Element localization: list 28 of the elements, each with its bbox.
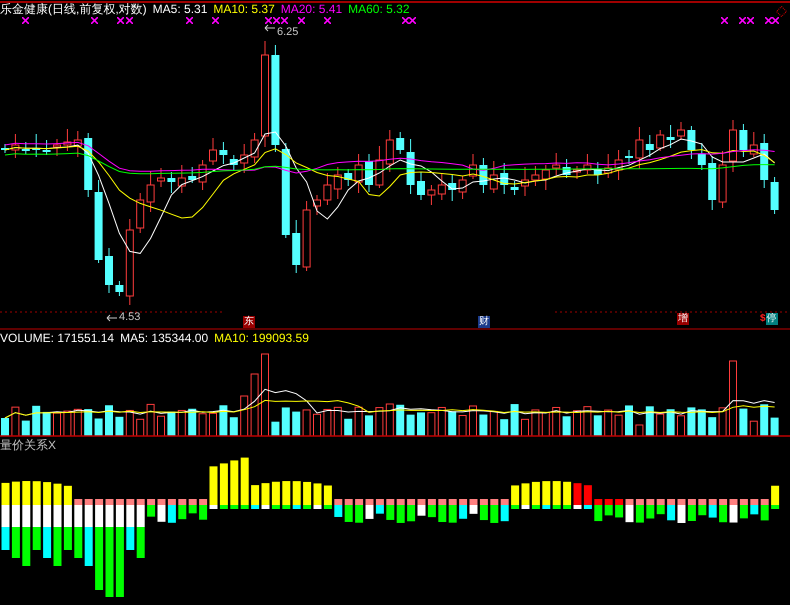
moving-average-label: MA20: 5.41 — [280, 2, 342, 16]
leader-line — [106, 313, 118, 323]
event-marker: 停 — [766, 313, 778, 325]
cross-mark-icon — [298, 17, 305, 24]
diamond-icon — [776, 6, 787, 17]
cross-mark-icon — [324, 17, 331, 24]
indicator-title: 量价关系X — [0, 438, 56, 452]
dollar-sign-text: $ — [760, 313, 766, 325]
event-marker: 财 — [478, 316, 490, 328]
moving-average-label: MA10: 5.37 — [213, 2, 275, 16]
low-price-label: 4.53 — [119, 311, 140, 323]
cross-mark-icon — [186, 17, 193, 24]
chart-title: 乐金健康(日线,前复权,对数) — [0, 2, 147, 16]
volume-indicator-label: VOLUME: 171551.14 — [0, 331, 114, 345]
volume-indicator-label: MA5: 135344.00 — [120, 331, 208, 345]
high-price-label: 6.25 — [277, 26, 298, 38]
cross-mark-icon — [721, 17, 728, 24]
cross-mark-icon — [22, 17, 29, 24]
cross-mark-icon — [212, 17, 219, 24]
cross-mark-icon — [126, 17, 133, 24]
volume-indicator-label: MA10: 199093.59 — [214, 331, 309, 345]
event-marker: 增 — [677, 313, 689, 325]
moving-average-label: MA60: 5.32 — [348, 2, 410, 16]
cross-mark-icon — [117, 17, 124, 24]
moving-average-label: MA5: 5.31 — [152, 2, 208, 16]
leader-line — [264, 23, 276, 33]
event-marker: 东 — [243, 316, 255, 328]
cross-mark-icon — [91, 17, 98, 24]
